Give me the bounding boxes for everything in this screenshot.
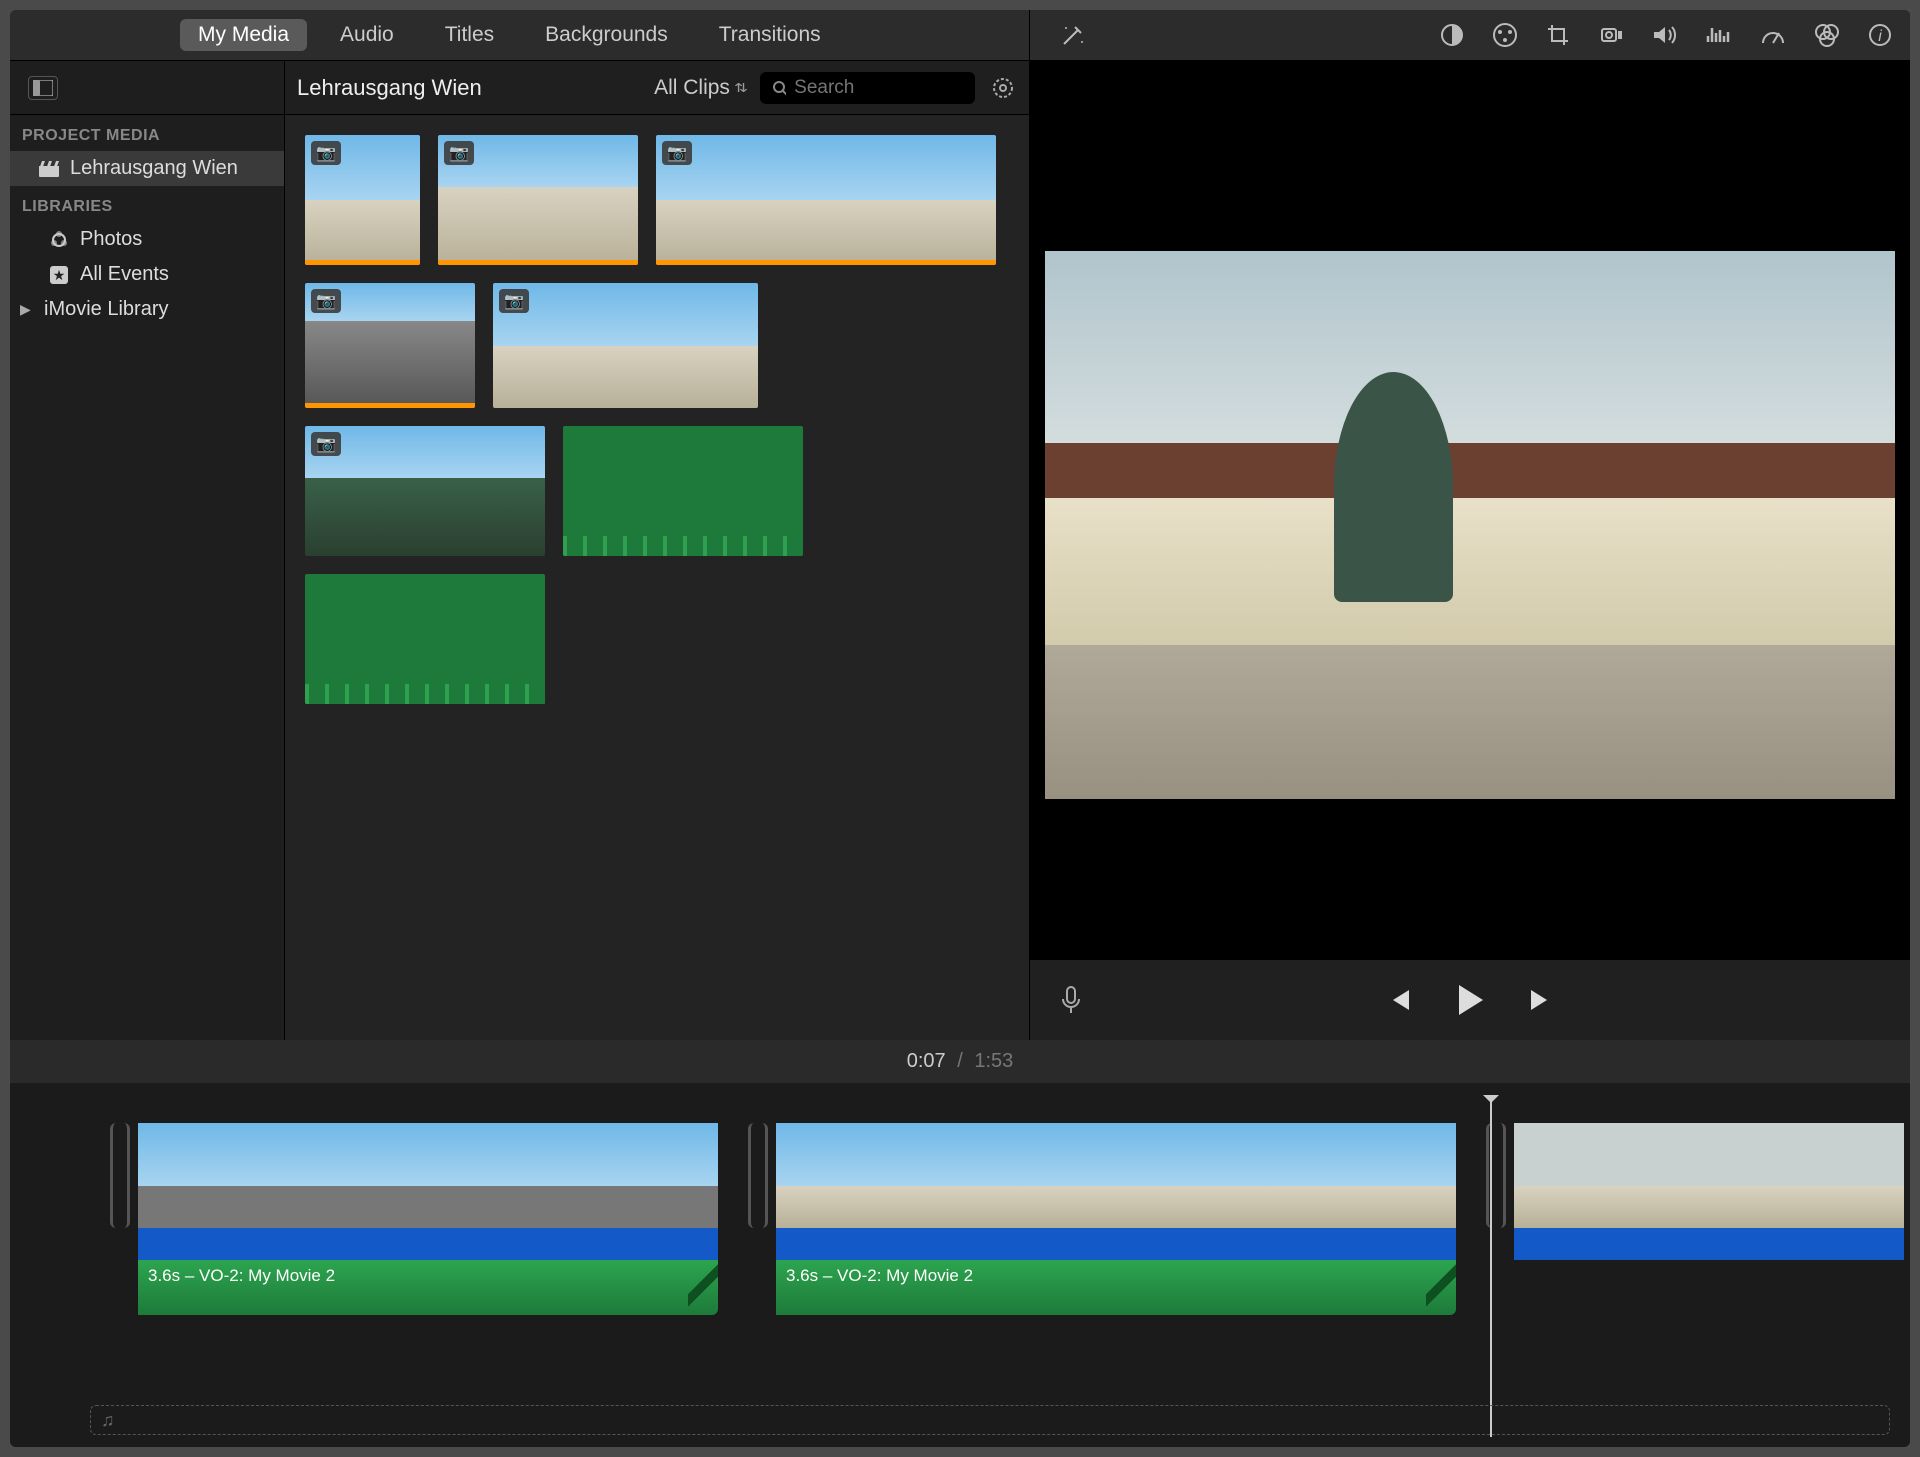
tab-audio[interactable]: Audio — [322, 19, 412, 51]
contrast-icon[interactable] — [1440, 23, 1464, 47]
browser-tabs: My Media Audio Titles Backgrounds Transi… — [10, 10, 1029, 60]
playback-controls — [1030, 960, 1910, 1040]
event-name: Lehrausgang Wien — [297, 75, 640, 101]
disclosure-triangle-icon[interactable]: ▶ — [20, 301, 34, 318]
imovie-window: My Media Audio Titles Backgrounds Transi… — [10, 10, 1910, 1447]
media-browser-pane: My Media Audio Titles Backgrounds Transi… — [10, 10, 1030, 1040]
sidebar-photos[interactable]: Photos — [10, 222, 284, 257]
media-clip[interactable]: 📷 — [438, 135, 638, 265]
search-input[interactable] — [794, 77, 963, 99]
sidebar-section-libraries: LIBRARIES — [10, 186, 284, 222]
media-clip[interactable]: 📷 — [493, 283, 758, 408]
voiceover-clip[interactable]: 3.6s – VO-2: My Movie 2 — [138, 1260, 718, 1315]
clip-handle[interactable] — [1486, 1123, 1506, 1228]
voiceover-clip[interactable]: 3.6s – VO-2: My Movie 2 — [776, 1260, 1456, 1315]
search-field[interactable] — [760, 72, 975, 104]
tab-backgrounds[interactable]: Backgrounds — [527, 19, 686, 51]
timeline[interactable]: 3.6s – VO-2: My Movie 2 3.6s – VO-2: My … — [10, 1083, 1910, 1447]
clips-filter[interactable]: All Clips ⇅ — [654, 76, 746, 100]
tab-transitions[interactable]: Transitions — [701, 19, 839, 51]
library-sidebar: PROJECT MEDIA Lehrausgang Wien LIBRARIES… — [10, 115, 285, 1040]
media-clip[interactable]: 📷 — [656, 135, 996, 265]
stabilize-icon[interactable] — [1598, 25, 1624, 45]
viewer-toolbar: i — [1030, 10, 1910, 60]
play-button[interactable] — [1455, 983, 1485, 1017]
media-clip[interactable]: 📷 — [305, 283, 475, 408]
playhead-time: 0:07 — [907, 1050, 946, 1073]
next-button[interactable] — [1529, 988, 1555, 1012]
tab-my-media[interactable]: My Media — [180, 19, 307, 51]
crop-icon[interactable] — [1546, 23, 1570, 47]
toggle-sidebar-button[interactable] — [28, 76, 58, 100]
svg-text:i: i — [1878, 28, 1882, 45]
photo-badge-icon: 📷 — [311, 432, 341, 456]
sidebar-imovie-library[interactable]: ▶ iMovie Library — [10, 292, 284, 327]
media-clip[interactable]: 📷 — [305, 426, 545, 556]
photo-badge-icon: 📷 — [311, 141, 341, 165]
prev-button[interactable] — [1385, 988, 1411, 1012]
preview-frame — [1045, 251, 1895, 798]
noise-icon[interactable] — [1706, 24, 1732, 46]
photo-badge-icon: 📷 — [311, 289, 341, 313]
photo-badge-icon: 📷 — [662, 141, 692, 165]
clapperboard-icon — [38, 158, 60, 180]
music-icon: ♫ — [101, 1410, 115, 1431]
media-grid: 📷 📷 📷 📷 — [285, 115, 1029, 1040]
speed-icon[interactable] — [1760, 23, 1786, 47]
preview-viewer[interactable] — [1030, 60, 1910, 960]
music-track[interactable]: ♫ — [90, 1405, 1890, 1435]
svg-text:★: ★ — [53, 267, 66, 283]
volume-icon[interactable] — [1652, 24, 1678, 46]
tab-titles[interactable]: Titles — [427, 19, 512, 51]
enhance-icon[interactable] — [1060, 22, 1086, 48]
playhead[interactable] — [1490, 1101, 1492, 1437]
color-icon[interactable] — [1492, 22, 1518, 48]
filters-icon[interactable] — [1814, 23, 1840, 47]
voiceover-mic-icon[interactable] — [1060, 985, 1082, 1015]
timeline-clip[interactable]: 3.6s – VO-2: My Movie 2 — [138, 1123, 718, 1315]
timecode-bar: 0:07 / 1:53 — [10, 1040, 1910, 1083]
star-icon: ★ — [48, 264, 70, 286]
viewer-pane: i — [1030, 10, 1910, 1040]
sidebar-project-item[interactable]: Lehrausgang Wien — [10, 151, 284, 186]
total-time: 1:53 — [974, 1050, 1013, 1073]
media-clip[interactable]: 📷 — [305, 135, 420, 265]
clip-handle[interactable] — [110, 1123, 130, 1228]
media-audio-clip[interactable] — [305, 574, 545, 704]
search-icon — [772, 80, 786, 96]
settings-gear-icon[interactable] — [989, 74, 1017, 102]
timeline-clip[interactable] — [1514, 1123, 1904, 1260]
clip-handle[interactable] — [748, 1123, 768, 1228]
sidebar-all-events[interactable]: ★ All Events — [10, 257, 284, 292]
media-audio-clip[interactable] — [563, 426, 803, 556]
photos-icon — [48, 229, 70, 251]
sidebar-section-project: PROJECT MEDIA — [10, 115, 284, 151]
browser-toolbar: Lehrausgang Wien All Clips ⇅ — [10, 60, 1029, 115]
info-icon[interactable]: i — [1868, 23, 1892, 47]
photo-badge-icon: 📷 — [444, 141, 474, 165]
timeline-clip[interactable]: 3.6s – VO-2: My Movie 2 — [776, 1123, 1456, 1315]
photo-badge-icon: 📷 — [499, 289, 529, 313]
